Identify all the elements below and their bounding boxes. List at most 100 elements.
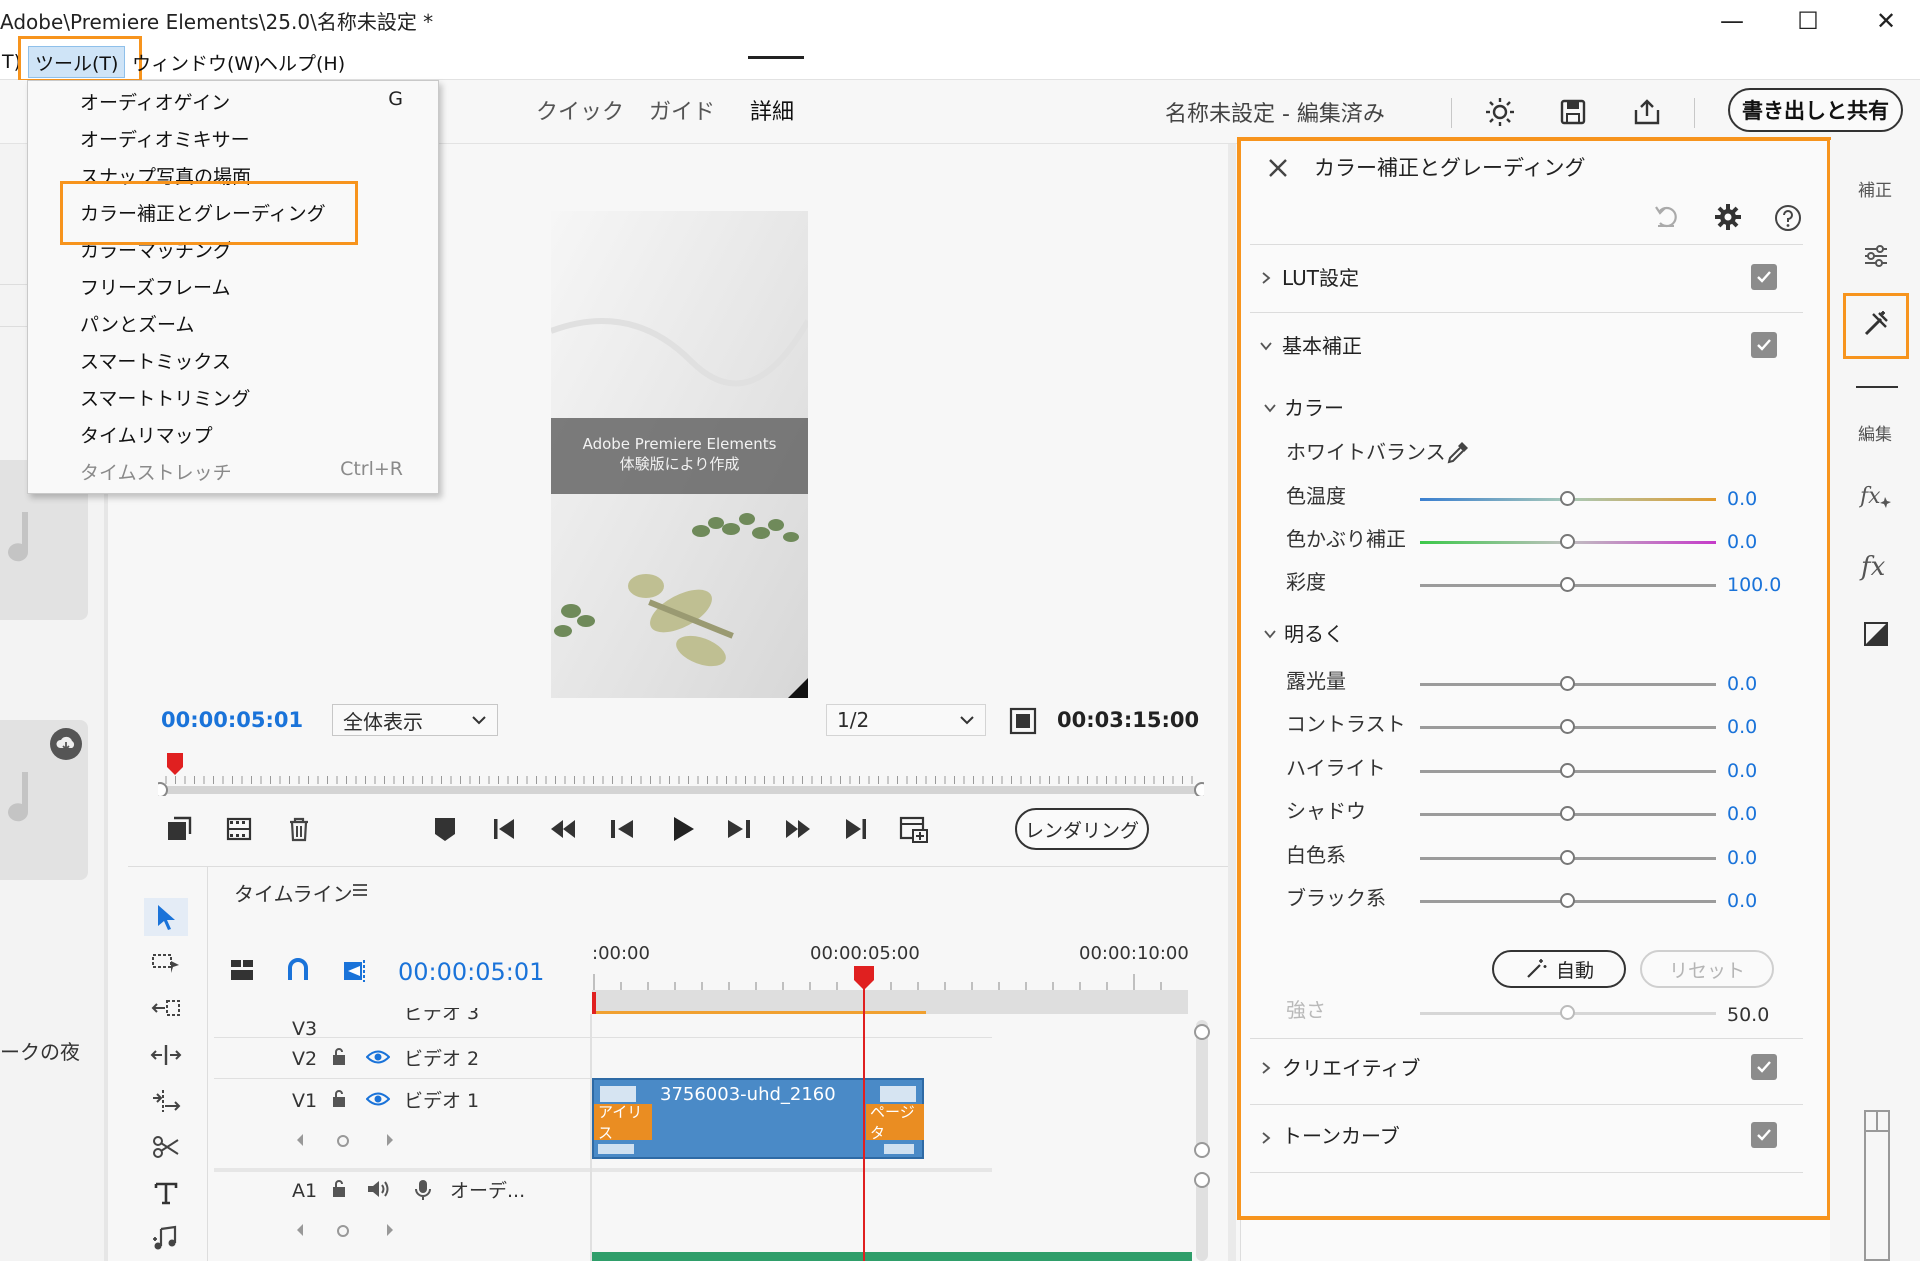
share-button[interactable]	[1627, 92, 1667, 132]
transitions-button[interactable]	[1856, 614, 1896, 654]
marquee-tool[interactable]	[144, 944, 188, 982]
play-button[interactable]	[663, 810, 701, 848]
overwrite-button[interactable]	[162, 812, 196, 846]
lock-button[interactable]	[330, 1046, 348, 1068]
tools-menu-item[interactable]: オーディオゲイン	[80, 88, 230, 115]
audio-clip[interactable]	[592, 1252, 1192, 1261]
rail-adjust-label: 補正	[1858, 181, 1892, 201]
add-marker-button[interactable]	[428, 812, 462, 846]
next-keyframe-button[interactable]	[384, 1222, 396, 1238]
scrollbar-handle[interactable]	[1194, 1024, 1210, 1040]
menu-help[interactable]: ヘルプ(H)	[253, 46, 351, 78]
lock-button[interactable]	[330, 1178, 348, 1200]
scrub-playhead[interactable]	[167, 753, 183, 775]
previous-keyframe-button[interactable]	[294, 1132, 306, 1148]
razor-tool[interactable]	[144, 1128, 188, 1166]
transition-page[interactable]: ページタ	[866, 1103, 924, 1142]
zoom-select-value: 全体表示	[343, 709, 423, 734]
track-name: ビデオ 3	[404, 1008, 480, 1024]
tab-expert[interactable]: 詳細	[750, 94, 794, 126]
insert-icon	[153, 1090, 181, 1112]
tools-menu-item[interactable]: フリーズフレーム	[80, 273, 230, 300]
arrow-cursor-icon	[158, 905, 175, 930]
maximize-button[interactable]: ☐	[1784, 4, 1832, 38]
adjustments-button[interactable]	[1856, 236, 1896, 276]
ripple-delete-tool[interactable]	[144, 990, 188, 1028]
transition-iris[interactable]: アイリス	[594, 1103, 652, 1142]
tools-menu-item[interactable]: タイムリマップ	[80, 421, 213, 448]
monitor-current-time[interactable]: 00:00:05:01	[161, 708, 303, 732]
audio-tool[interactable]	[144, 1220, 188, 1258]
applied-effects-button[interactable]: fx	[1856, 546, 1896, 586]
split-tool[interactable]	[144, 1036, 188, 1074]
scrub-bar[interactable]	[158, 760, 1204, 796]
add-keyframe-button[interactable]	[336, 1224, 350, 1238]
scrollbar-handle[interactable]	[1194, 1142, 1210, 1158]
grid-view-icon	[231, 960, 253, 980]
cloud-download-button[interactable]	[50, 728, 82, 760]
timeline-playhead[interactable]	[863, 972, 865, 1261]
export-frame-button[interactable]	[897, 812, 931, 846]
menu-bar: T) ツール(T) ウィンドウ(W) ヘルプ(H)	[0, 36, 1920, 82]
media-tile-label: ークの夜	[0, 1040, 80, 1064]
delete-button[interactable]	[282, 812, 316, 846]
export-share-button[interactable]: 書き出しと共有	[1728, 88, 1903, 132]
track-header-v3[interactable]: V3 ビデオ 3	[214, 1008, 590, 1036]
effects-button[interactable]: fx	[1856, 476, 1896, 516]
tab-quick[interactable]: クイック	[536, 94, 624, 126]
clip-thumbnail	[884, 1144, 914, 1154]
step-back-button[interactable]	[546, 812, 580, 846]
time-ruler[interactable]	[592, 970, 1188, 990]
previous-keyframe-button[interactable]	[294, 1222, 306, 1238]
eye-icon	[366, 1050, 390, 1064]
chevron-down-icon	[960, 716, 974, 725]
work-area-start	[592, 992, 596, 1014]
chevron-right-icon	[387, 1134, 393, 1146]
next-frame-button[interactable]	[722, 812, 756, 846]
previous-frame-button[interactable]	[605, 812, 639, 846]
fit-screen-button[interactable]	[1008, 706, 1038, 736]
filmstrip-button[interactable]	[222, 812, 256, 846]
selection-tool[interactable]	[144, 898, 188, 936]
minimize-button[interactable]: —	[1708, 4, 1756, 38]
tools-menu-item[interactable]: オーディオミキサー	[80, 125, 250, 152]
mute-button[interactable]	[366, 1178, 392, 1200]
frame-back-icon	[611, 820, 633, 838]
add-keyframe-button[interactable]	[336, 1134, 350, 1148]
tools-menu-item[interactable]: スマートミックス	[80, 347, 231, 374]
eye-icon	[366, 1092, 390, 1106]
close-button[interactable]: ✕	[1862, 4, 1910, 38]
scrollbar-handle[interactable]	[1194, 1172, 1210, 1188]
timeline-current-time[interactable]: 00:00:05:01	[398, 958, 544, 986]
insert-tool[interactable]	[144, 1082, 188, 1120]
music-note-icon	[153, 1225, 177, 1250]
track-view-button[interactable]	[228, 956, 258, 986]
menu-window[interactable]: ウィンドウ(W)	[126, 46, 267, 78]
render-button[interactable]: レンダリング	[1015, 808, 1149, 850]
panel-splitter[interactable]	[1228, 144, 1236, 1261]
go-to-start-button[interactable]	[487, 812, 521, 846]
playhead-marker-icon	[167, 753, 183, 775]
tools-menu-item[interactable]: パンとズーム	[80, 310, 194, 337]
tools-menu-item[interactable]: スマートトリミング	[80, 384, 250, 411]
timeline-playhead-handle[interactable]	[854, 966, 874, 990]
snap-button[interactable]	[284, 956, 314, 986]
smart-trim-button[interactable]	[340, 956, 370, 986]
brightness-button[interactable]	[1480, 92, 1520, 132]
tab-guided[interactable]: ガイド	[649, 94, 715, 126]
trash-icon	[290, 817, 308, 842]
save-button[interactable]	[1553, 92, 1593, 132]
go-to-end-button[interactable]	[839, 812, 873, 846]
rail-bottom-control[interactable]	[1864, 1110, 1890, 1261]
step-forward-button[interactable]	[781, 812, 815, 846]
text-tool[interactable]	[144, 1174, 188, 1212]
visibility-button[interactable]	[366, 1048, 390, 1066]
timeline-menu-button[interactable]	[350, 880, 370, 900]
next-keyframe-button[interactable]	[384, 1132, 396, 1148]
resolution-select[interactable]: 1/2	[826, 704, 986, 736]
visibility-button[interactable]	[366, 1090, 390, 1108]
lock-button[interactable]	[330, 1088, 348, 1110]
fx-icon: fx	[1859, 552, 1886, 582]
zoom-select[interactable]: 全体表示	[332, 704, 498, 736]
record-voice-button[interactable]	[414, 1178, 432, 1202]
